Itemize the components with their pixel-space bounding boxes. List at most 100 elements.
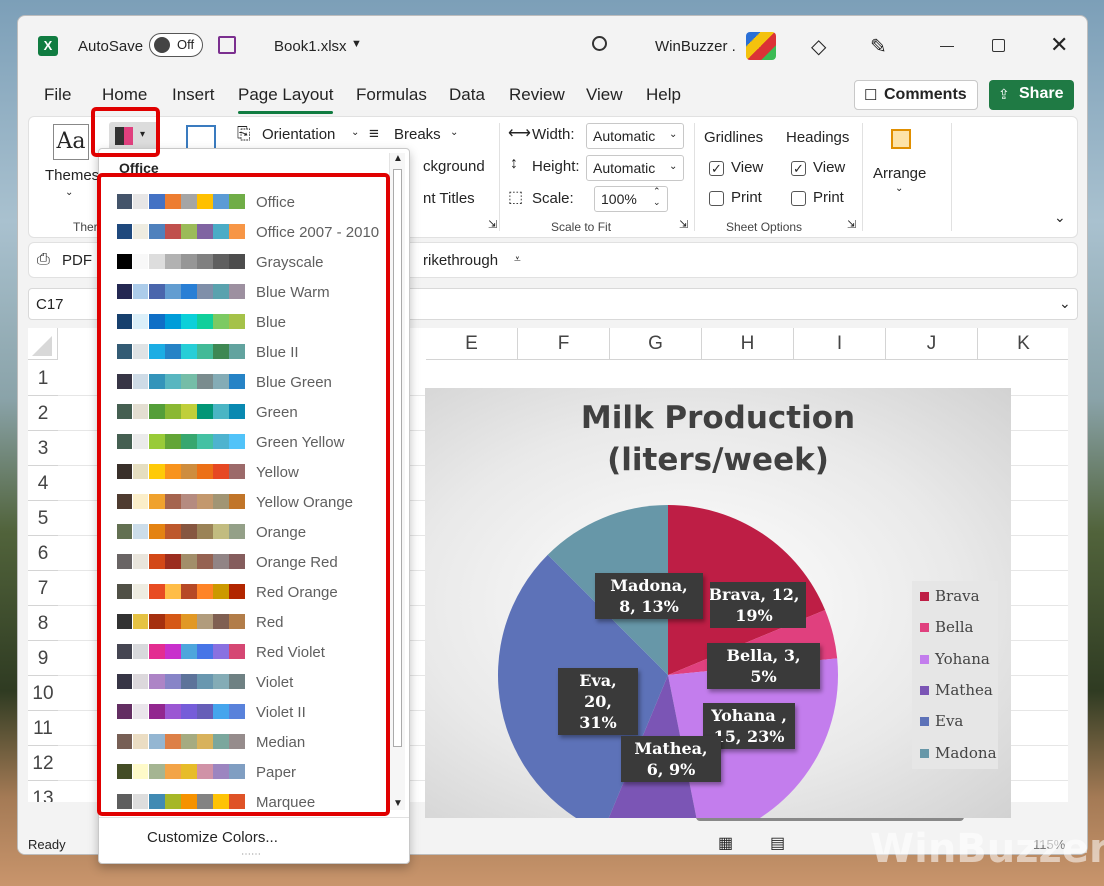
divider [694, 123, 695, 231]
tab-help[interactable]: Help [646, 85, 681, 105]
row-header[interactable]: 8 [28, 606, 58, 641]
strikethrough-label[interactable]: rikethrough [423, 252, 498, 269]
legend-swatch [920, 717, 929, 726]
profile-avatar[interactable] [746, 32, 776, 60]
scale-group-label: Scale to Fit [551, 220, 612, 234]
tab-file[interactable]: File [44, 85, 71, 105]
save-icon[interactable] [218, 36, 236, 54]
comments-button[interactable]: ☐ Comments [854, 80, 978, 110]
scale-launcher-icon[interactable]: ⇲ [679, 218, 688, 231]
row-header[interactable]: 9 [28, 641, 58, 676]
formula-expand-icon[interactable]: ⌄ [1059, 295, 1071, 312]
data-label-madona: Madona, 8, 13% [595, 573, 703, 619]
width-select[interactable]: Automatic ⌄ [586, 123, 684, 149]
width-value: Automatic [593, 128, 656, 144]
sheet-options-launcher-icon[interactable]: ⇲ [847, 218, 856, 231]
headings-print-checkbox[interactable] [791, 191, 806, 206]
row-header[interactable]: 4 [28, 466, 58, 501]
breaks-label[interactable]: Breaks [394, 126, 441, 143]
themes-chevron-icon[interactable]: ⌄ [65, 187, 73, 198]
row-header[interactable]: 12 [28, 746, 58, 781]
breaks-icon[interactable]: ≡ [369, 124, 379, 144]
pdf-icon[interactable]: ⎙ [37, 251, 50, 269]
headings-print-label: Print [813, 189, 844, 206]
diamond-icon[interactable]: ◇ [811, 34, 826, 59]
row-header[interactable]: 7 [28, 571, 58, 606]
orientation-label[interactable]: Orientation [262, 126, 335, 143]
gridlines-view-checkbox[interactable]: ✓ [709, 161, 724, 176]
column-header-f[interactable]: F [518, 328, 610, 360]
customize-colors-item[interactable]: Customize Colors... [147, 829, 278, 846]
row-header[interactable]: 6 [28, 536, 58, 571]
column-header-i[interactable]: I [794, 328, 886, 360]
column-header-k[interactable]: K [978, 328, 1068, 360]
legend-item-madona: Madona [920, 744, 997, 762]
orientation-chevron-icon[interactable]: ⌄ [351, 127, 359, 138]
tab-data[interactable]: Data [449, 85, 485, 105]
themes-icon[interactable]: Aa [53, 124, 89, 160]
column-header-h[interactable]: H [702, 328, 794, 360]
column-header-e[interactable]: E [426, 328, 518, 360]
winbuzzer-watermark: WinBuzzer [870, 826, 1104, 872]
filename-chevron-icon[interactable]: ▼ [351, 38, 362, 50]
search-icon[interactable] [592, 36, 607, 51]
qat-customize-icon[interactable]: ⩡ [514, 252, 521, 267]
select-all-corner[interactable] [28, 328, 58, 360]
name-box[interactable]: C17 [36, 296, 64, 313]
row-header[interactable]: 3 [28, 431, 58, 466]
gridlines-print-checkbox[interactable] [709, 191, 724, 206]
menu-scrollbar[interactable]: ▲ ▼ [389, 153, 405, 810]
background-label[interactable]: ckground [423, 158, 485, 175]
pen-icon[interactable]: ✎ [870, 34, 887, 59]
arrange-icon[interactable] [891, 129, 911, 149]
page-setup-launcher-icon[interactable]: ⇲ [488, 218, 497, 231]
scroll-down-icon[interactable]: ▼ [393, 798, 403, 809]
pdf-label[interactable]: PDF [62, 252, 92, 269]
close-icon[interactable]: ✕ [1050, 32, 1068, 58]
scroll-up-icon[interactable]: ▲ [393, 153, 403, 164]
legend-swatch [920, 749, 929, 758]
print-titles-label[interactable]: nt Titles [423, 190, 475, 207]
row-header[interactable]: 5 [28, 501, 58, 536]
column-header-g[interactable]: G [610, 328, 702, 360]
tab-insert[interactable]: Insert [172, 85, 215, 105]
share-label: Share [1019, 85, 1064, 102]
active-tab-underline [238, 111, 333, 114]
filename[interactable]: Book1.xlsx [274, 38, 347, 55]
arrange-chevron-icon[interactable]: ⌄ [895, 183, 903, 194]
height-select[interactable]: Automatic ⌄ [586, 155, 684, 181]
autosave-toggle[interactable]: Off [149, 33, 203, 57]
minimize-icon[interactable] [940, 46, 954, 47]
row-header[interactable]: 2 [28, 396, 58, 431]
tab-page-layout[interactable]: Page Layout [238, 85, 333, 105]
tab-view[interactable]: View [586, 85, 623, 105]
arrange-label[interactable]: Arrange [873, 165, 926, 182]
row-header[interactable]: 1 [28, 361, 58, 396]
pie-chart[interactable]: Milk Production (liters/week) Madona, 8,… [425, 388, 1011, 818]
row-header[interactable]: 10 [28, 676, 58, 711]
row-header[interactable]: 13 [28, 781, 58, 802]
data-label-mathea: Mathea, 6, 9% [621, 736, 721, 782]
scale-input[interactable]: 100% ⌃ ⌄ [594, 186, 668, 212]
page-layout-view-icon[interactable]: ▤ [770, 833, 785, 853]
tab-home[interactable]: Home [102, 85, 147, 105]
share-button[interactable]: ⇪ Share [989, 80, 1074, 110]
divider [951, 123, 952, 231]
column-header-j[interactable]: J [886, 328, 978, 360]
tab-review[interactable]: Review [509, 85, 565, 105]
row-header[interactable]: 11 [28, 711, 58, 746]
normal-view-icon[interactable]: ▦ [718, 833, 733, 853]
breaks-chevron-icon[interactable]: ⌄ [450, 127, 458, 138]
menu-scroll-thumb[interactable] [393, 169, 402, 747]
tab-formulas[interactable]: Formulas [356, 85, 427, 105]
ribbon-collapse-icon[interactable]: ⌄ [1054, 209, 1066, 226]
themes-label[interactable]: Themes [45, 167, 99, 184]
orientation-icon[interactable]: ⎘ [237, 124, 251, 144]
chart-legend[interactable]: Brava Bella Yohana Mathea Eva Madona [912, 581, 998, 769]
account-name[interactable]: WinBuzzer . [655, 38, 736, 55]
resize-grip-icon[interactable]: ⋯⋯ [241, 849, 261, 860]
headings-view-checkbox[interactable]: ✓ [791, 161, 806, 176]
maximize-icon[interactable] [992, 39, 1005, 52]
title-bar: X AutoSave Off Book1.xlsx ▼ WinBuzzer . … [18, 16, 1087, 78]
scale-label: Scale: [532, 190, 574, 207]
